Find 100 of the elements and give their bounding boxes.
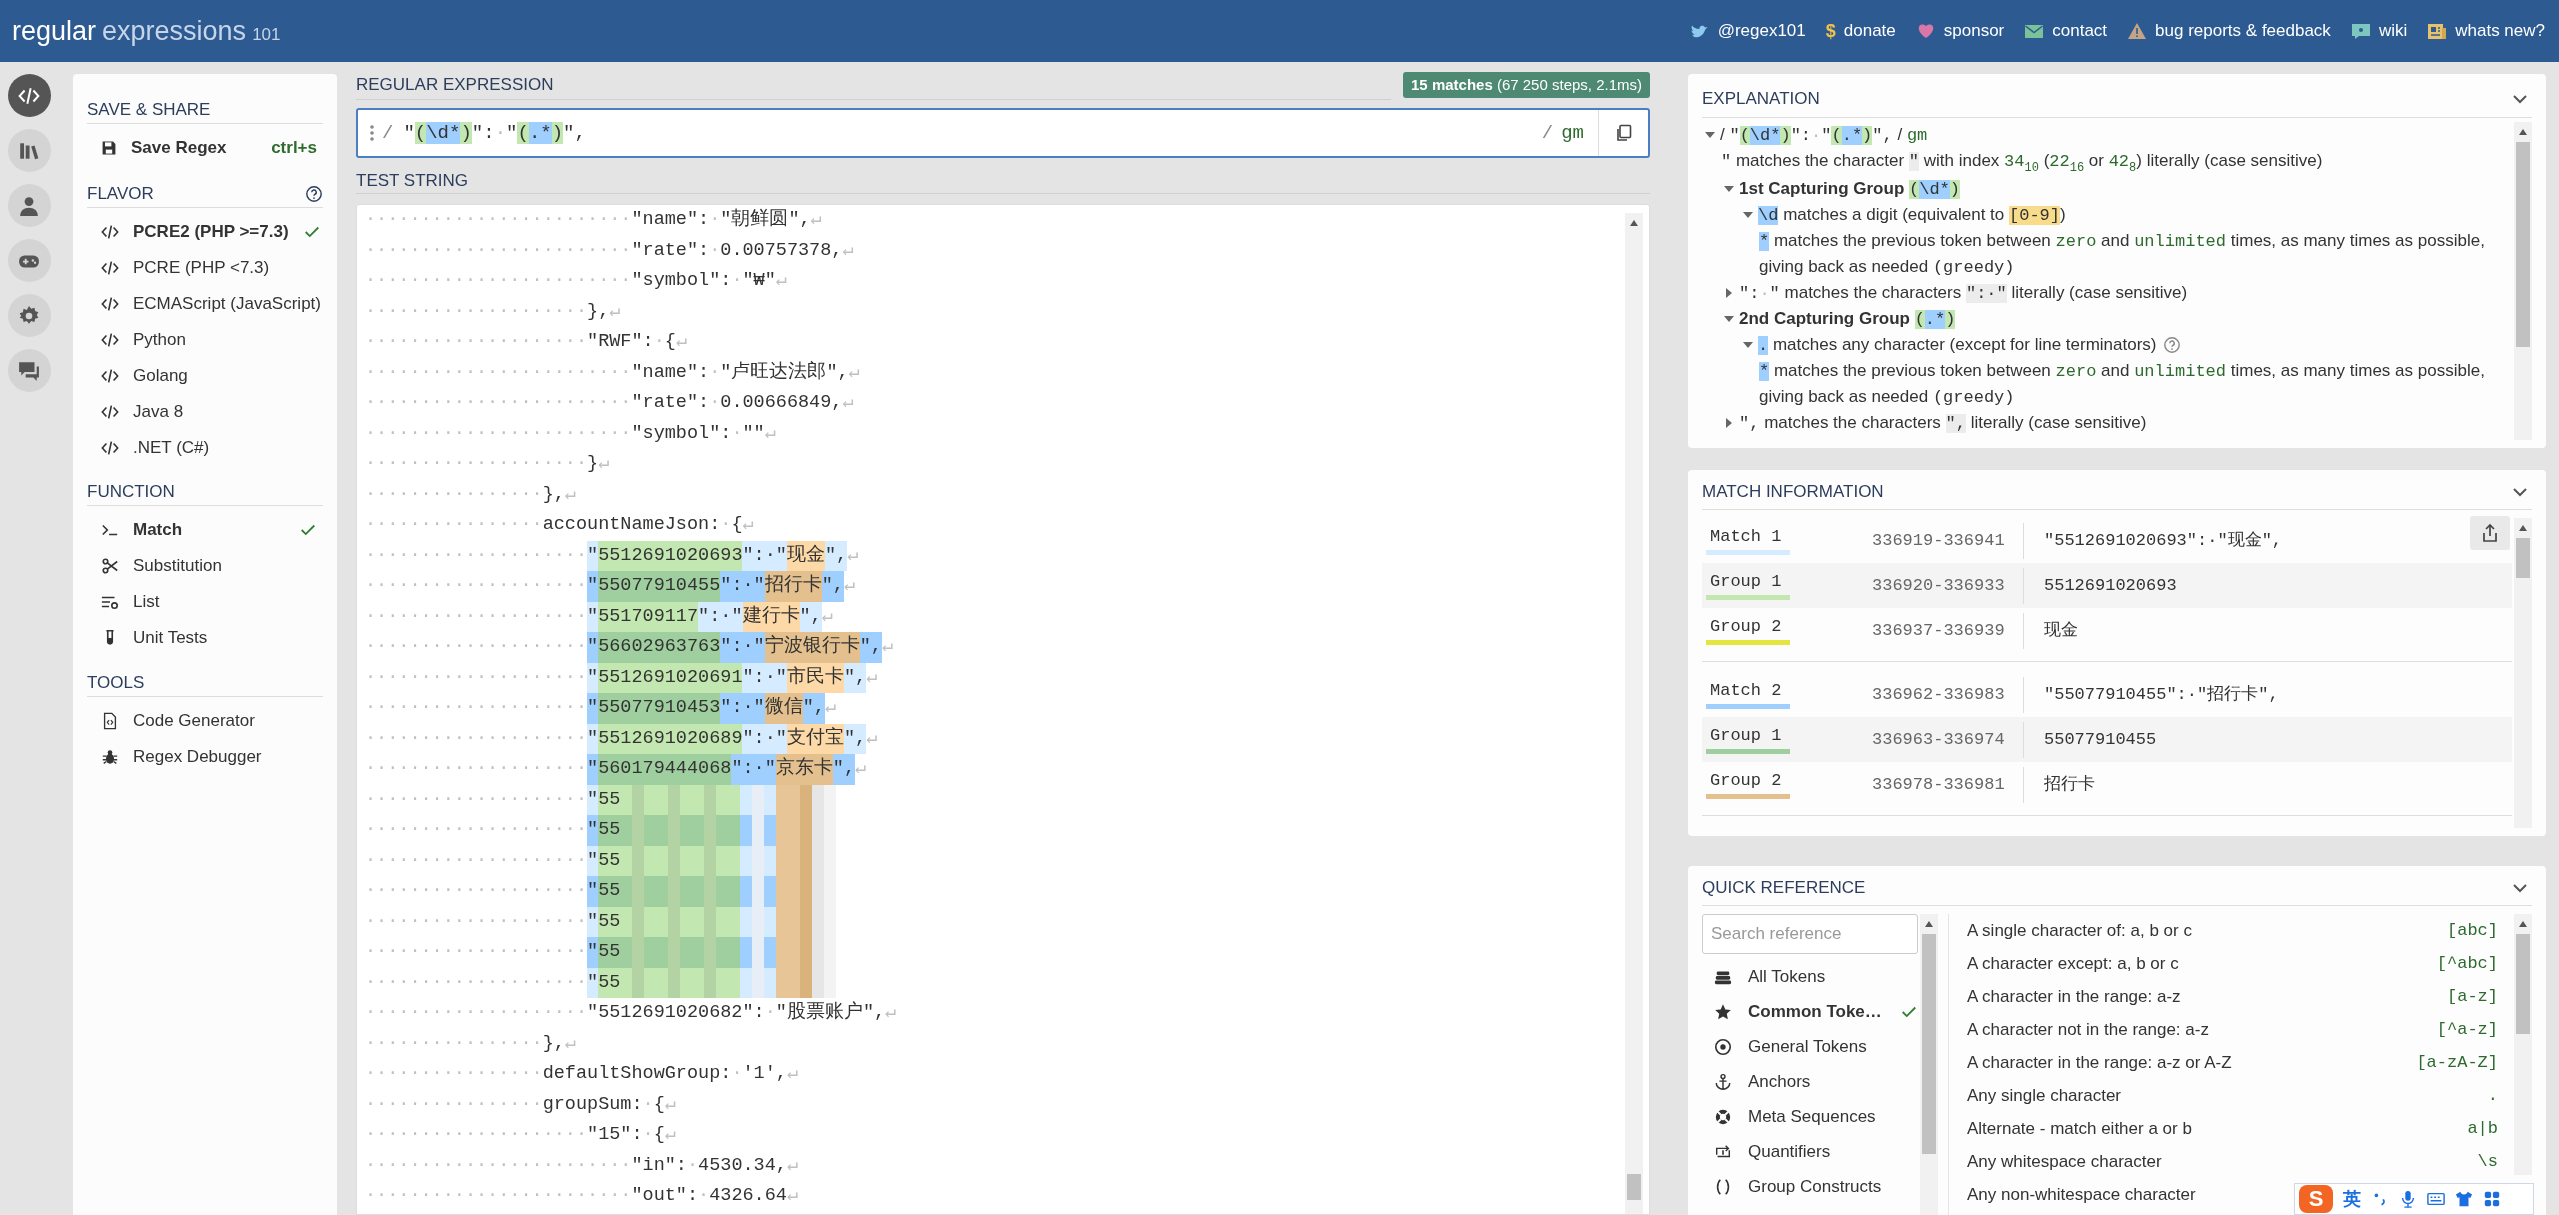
sidebar-item[interactable]: PCRE (PHP <7.3) xyxy=(87,250,323,286)
scrollbar[interactable] xyxy=(2514,122,2532,440)
site-logo[interactable]: regular expressions 101 xyxy=(12,17,281,45)
sidebar-item[interactable]: Golang xyxy=(87,358,323,394)
whitespace-marker: ↵ xyxy=(842,238,854,263)
regex-flags[interactable]: gm xyxy=(1561,118,1584,148)
explanation-text: \d matches a digit (equivalent to [0-9]) xyxy=(1758,204,2066,227)
match-range: 336963-336974 xyxy=(1872,728,2005,751)
sidebar-item[interactable]: Match xyxy=(87,512,323,548)
match-value: 招行卡 xyxy=(2043,773,2095,796)
section-title: SAVE & SHARE xyxy=(87,98,211,121)
sidebar-item[interactable]: Save Regex ctrl+s xyxy=(87,130,323,166)
code-file-icon xyxy=(101,712,119,730)
nav-button[interactable] xyxy=(7,294,51,337)
code-text: "name": xyxy=(631,360,710,385)
sidebar-item[interactable]: List xyxy=(87,584,323,620)
header-link[interactable]: @regex101 xyxy=(1689,18,1806,44)
header-link[interactable]: contact xyxy=(2024,18,2108,44)
code-icon xyxy=(101,331,119,349)
dollar-icon: $ xyxy=(1825,17,1836,45)
whitespace-marker: ················ xyxy=(365,1092,543,1117)
category-item[interactable]: All Tokens xyxy=(1702,959,1918,994)
search-field[interactable]: Search reference xyxy=(1702,914,1918,954)
code-text: accountNameJson: xyxy=(542,513,721,537)
category-item[interactable]: Quantifiers xyxy=(1702,1134,1918,1169)
code-text: "" xyxy=(742,421,765,446)
whitespace-marker: ↵ xyxy=(786,1153,799,1178)
reference-token: [^a-z] xyxy=(2436,1018,2498,1041)
category-item[interactable]: Anchors xyxy=(1702,1064,1918,1099)
scrollbar-thumb[interactable] xyxy=(2516,934,2530,1034)
scroll-up-arrow-icon[interactable] xyxy=(2518,128,2528,136)
whitespace-marker: ···················· xyxy=(365,543,588,568)
category-item[interactable]: Meta Sequences xyxy=(1702,1099,1918,1134)
whitespace-marker: ···················· xyxy=(365,970,588,995)
scroll-up-arrow-icon[interactable] xyxy=(2518,524,2528,532)
share-icon xyxy=(2480,523,2500,543)
grid-icon xyxy=(2483,1190,2501,1208)
scrollbar[interactable] xyxy=(1920,914,1938,1215)
category-item[interactable]: Common Toke… xyxy=(1702,994,1918,1029)
nav-button[interactable] xyxy=(7,349,51,392)
reference-description: A character not in the range: a-z xyxy=(1967,1018,2209,1041)
nav-button[interactable] xyxy=(7,239,51,282)
scrollbar[interactable] xyxy=(1625,213,1643,1214)
category-item[interactable]: Group Constructs xyxy=(1702,1169,1918,1204)
header-link[interactable]: whats new? xyxy=(2427,18,2545,44)
sidebar-item[interactable]: Regex Debugger xyxy=(87,739,323,775)
whitespace-marker: ↵ xyxy=(598,452,610,476)
share-button[interactable] xyxy=(2470,516,2510,550)
explanation-text: ":·" matches the characters ":·" literally (case sensitive) xyxy=(1739,282,2188,305)
category-item[interactable]: General Tokens xyxy=(1702,1029,1918,1064)
section-title: TEST STRING xyxy=(356,169,469,192)
sidebar-item[interactable]: Python xyxy=(87,322,323,358)
header-link[interactable]: $ donate xyxy=(1825,17,1896,45)
whitespace-marker: ···················· xyxy=(365,818,588,842)
scrollbar-thumb[interactable] xyxy=(1627,1174,1641,1200)
scrollbar[interactable] xyxy=(2514,914,2532,1175)
scrollbar-thumb[interactable] xyxy=(1922,934,1936,1154)
scrollbar[interactable] xyxy=(2514,518,2532,828)
sidebar-item[interactable]: Unit Tests xyxy=(87,620,323,656)
scissors-icon xyxy=(101,557,119,575)
code-text: defaultShowGroup: xyxy=(542,1062,732,1086)
nav-button[interactable] xyxy=(7,184,51,227)
code-text: }, xyxy=(542,482,565,507)
reference-token: [a-z] xyxy=(2447,985,2498,1008)
match-highlight: " xyxy=(587,906,599,937)
sidebar-item[interactable]: Substitution xyxy=(87,548,323,584)
ime-mode-button[interactable]: 英 xyxy=(2343,1185,2361,1213)
match-highlight: ":·" xyxy=(720,632,765,663)
regex-input[interactable]: "(\d*)":·"(.*)", xyxy=(403,118,1542,148)
sidebar-item[interactable]: ECMAScript (JavaScript) xyxy=(87,286,323,322)
whitespace-marker: · xyxy=(698,1184,710,1208)
sidebar-item[interactable]: PCRE2 (PHP >=7.3) xyxy=(87,214,323,250)
sidebar-item[interactable]: Code Generator xyxy=(87,703,323,739)
reference-description: Any single character xyxy=(1967,1084,2122,1107)
match-value: 55077910455 xyxy=(2043,728,2157,751)
scrollbar-thumb[interactable] xyxy=(2516,538,2530,578)
nav-button[interactable] xyxy=(7,129,51,172)
match-highlight: 55077910455 xyxy=(598,571,721,602)
match-label: Group 1 xyxy=(1709,571,1783,593)
code-text: "5512691020682": xyxy=(587,1001,765,1025)
match-highlight: 支付宝 xyxy=(786,723,844,754)
whitespace-marker: ↵ xyxy=(842,391,854,415)
explanation-text: ", matches the characters ", literally (case sensitive) xyxy=(1739,412,2147,435)
header-link[interactable]: wiki xyxy=(2350,18,2408,44)
sidebar-item[interactable]: .NET (C#) xyxy=(87,430,323,466)
star-icon xyxy=(1714,1002,1732,1021)
scroll-up-arrow-icon[interactable] xyxy=(1924,920,1934,928)
header-link[interactable]: bug reports & feedback xyxy=(2127,18,2331,44)
scrollbar-thumb[interactable] xyxy=(2516,142,2530,347)
scroll-up-arrow-icon[interactable] xyxy=(2518,920,2528,928)
whitespace-marker: ↵ xyxy=(609,299,621,324)
scroll-up-arrow-icon[interactable] xyxy=(1629,219,1639,227)
match-highlight: " xyxy=(587,876,599,907)
reference-token: [^abc] xyxy=(2436,952,2498,975)
nav-button[interactable] xyxy=(7,74,51,117)
whitespace-marker: ················ xyxy=(365,1031,543,1056)
sidebar-item[interactable]: Java 8 xyxy=(87,394,323,430)
match-highlight: 微信 xyxy=(764,693,803,724)
header-link[interactable]: sponsor xyxy=(1915,18,2005,44)
match-value: "55077910455":·"招行卡", xyxy=(2043,683,2279,706)
